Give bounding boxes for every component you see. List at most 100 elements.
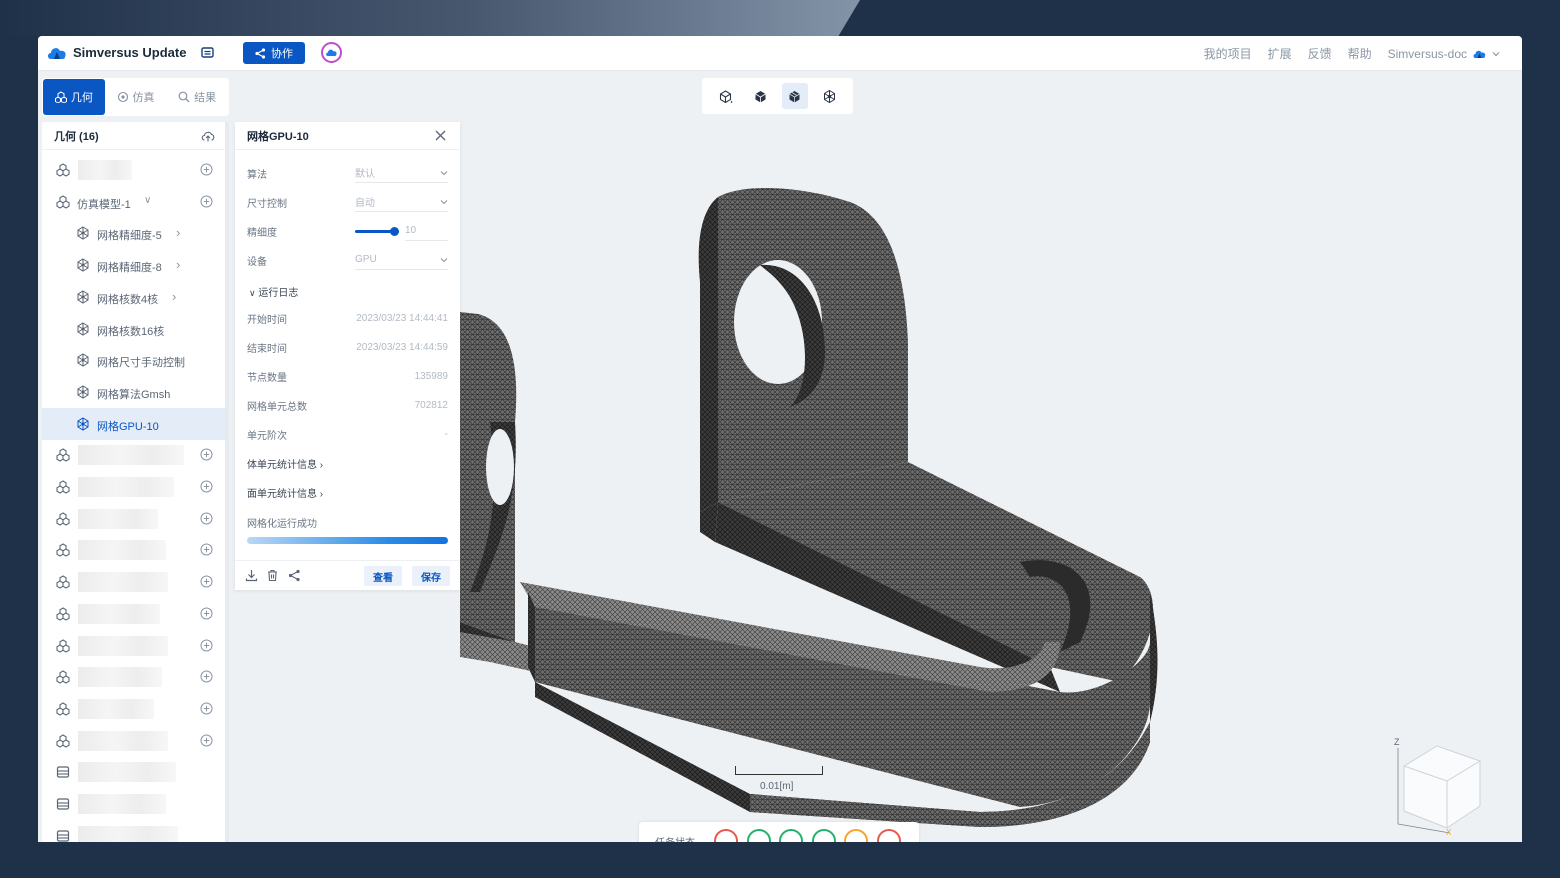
database-icon (56, 797, 70, 811)
add-icon[interactable] (200, 575, 213, 588)
add-icon[interactable] (200, 734, 213, 747)
redacted-label (78, 825, 178, 842)
add-icon[interactable] (200, 670, 213, 683)
tree-item-mesh[interactable]: 网格尺寸手动控制 (42, 344, 225, 376)
tree-item[interactable] (42, 693, 225, 725)
tree-item[interactable] (42, 154, 225, 186)
tree-item-mesh[interactable]: 网格GPU-10 (42, 407, 225, 440)
geometry-icon (56, 575, 70, 589)
tree-item[interactable] (42, 820, 225, 842)
tab-simulation[interactable]: 仿真 (105, 79, 167, 115)
view-mesh-button[interactable] (817, 83, 843, 109)
start-time-value: 2023/03/23 14:44:41 (356, 312, 448, 324)
mesh-3d-viewport[interactable] (460, 122, 1522, 842)
fineness-label: 精细度 (247, 227, 277, 239)
add-icon[interactable] (200, 195, 213, 208)
tree-item-mesh[interactable]: 网格精细度-5 › (42, 217, 225, 249)
tree-item-mesh[interactable]: 网格算法Gmsh (42, 376, 225, 408)
node-count-row: 节点数量 135989 (247, 365, 448, 387)
fineness-input[interactable]: 10 (405, 221, 448, 241)
tree-item-label: 网格精细度-5 (97, 230, 162, 243)
share-icon[interactable] (288, 569, 301, 582)
device-select[interactable]: GPU (355, 250, 448, 270)
orientation-cube[interactable]: Z X (1392, 736, 1487, 836)
size-control-select[interactable]: 自动 (355, 192, 448, 212)
run-log-title: 运行日志 (258, 288, 299, 299)
view-solid-button[interactable] (747, 83, 773, 109)
device-value: GPU (355, 254, 377, 265)
add-icon[interactable] (200, 512, 213, 525)
tree-item[interactable] (42, 471, 225, 503)
avatar[interactable] (321, 42, 342, 63)
chevron-right-icon[interactable]: › (176, 225, 180, 240)
task-indicator-success[interactable] (779, 829, 803, 842)
tree-item[interactable] (42, 756, 225, 788)
add-icon[interactable] (200, 543, 213, 556)
close-icon[interactable] (435, 130, 446, 141)
volume-stats-toggle[interactable]: 体单元统计信息 › (247, 456, 323, 471)
tree-item[interactable] (42, 630, 225, 662)
tree-item-label: 网格核数16核 (97, 325, 165, 338)
algorithm-select[interactable]: 默认 (355, 163, 448, 183)
tree-item-label: 仿真模型-1 (77, 198, 131, 211)
tab-results[interactable]: 结果 (166, 79, 228, 115)
view-button[interactable]: 查看 (364, 566, 402, 586)
fineness-slider-handle[interactable] (390, 227, 399, 236)
tree-scrollbar[interactable] (225, 122, 229, 842)
scale-bar (735, 766, 823, 775)
tree-item[interactable] (42, 661, 225, 693)
add-icon[interactable] (200, 639, 213, 652)
tree-item[interactable] (42, 598, 225, 630)
tree-item[interactable] (42, 534, 225, 566)
chevron-right-icon[interactable]: › (176, 257, 180, 272)
tree-item[interactable] (42, 439, 225, 471)
add-icon[interactable] (200, 163, 213, 176)
run-log-toggle[interactable]: ∨ 运行日志 (249, 284, 298, 299)
tree-item[interactable] (42, 566, 225, 598)
task-indicator-warning[interactable] (844, 829, 868, 842)
chevron-right-icon[interactable]: › (172, 289, 176, 304)
tree-item-mesh[interactable]: 网格核数4核 › (42, 281, 225, 313)
task-indicator-success[interactable] (812, 829, 836, 842)
chevron-down-icon (440, 170, 448, 175)
solid-view-icon (754, 90, 766, 102)
collaborate-button[interactable]: 协作 (243, 42, 305, 64)
chevron-right-icon: › (319, 489, 324, 500)
upload-cloud-icon[interactable] (201, 130, 215, 142)
add-icon[interactable] (200, 607, 213, 620)
tree-item-model[interactable]: 仿真模型-1 ∨ (42, 186, 225, 218)
simulation-icon (117, 91, 128, 103)
geometry-icon (56, 670, 70, 684)
tree-item-mesh[interactable]: 网格精细度-8 › (42, 249, 225, 281)
view-solid-edges-button[interactable] (781, 83, 808, 109)
nav-help[interactable]: 帮助 (1348, 45, 1372, 62)
save-button[interactable]: 保存 (412, 566, 450, 586)
redacted-label (78, 762, 176, 783)
surface-stats-toggle[interactable]: 面单元统计信息 › (247, 485, 323, 500)
task-indicator-success[interactable] (747, 829, 771, 842)
user-menu[interactable]: Simversus-doc (1388, 47, 1500, 61)
add-icon[interactable] (200, 480, 213, 493)
element-order-label: 单元阶次 (247, 430, 287, 442)
nav-feedback[interactable]: 反馈 (1308, 45, 1332, 62)
add-icon[interactable] (200, 448, 213, 461)
tree-item-mesh[interactable]: 网格核数16核 (42, 313, 225, 345)
delete-icon[interactable] (266, 569, 279, 582)
document-icon[interactable] (201, 46, 214, 59)
view-wireframe-button[interactable] (712, 83, 738, 109)
add-icon[interactable] (200, 702, 213, 715)
nav-extensions[interactable]: 扩展 (1268, 45, 1292, 62)
chevron-down-icon[interactable]: ∨ (144, 195, 151, 206)
download-icon[interactable] (245, 569, 258, 582)
mesh-properties-panel: 网格GPU-10 算法 默认 尺寸控制 自动 精细度 10 设备 GPU ∨ 运… (235, 122, 460, 590)
nav-my-projects[interactable]: 我的项目 (1204, 45, 1252, 62)
task-indicator-error[interactable] (714, 829, 738, 842)
redacted-label (78, 508, 158, 529)
geometry-icon (54, 91, 67, 103)
tab-geometry[interactable]: 几何 (43, 79, 105, 115)
tree-item[interactable] (42, 788, 225, 820)
tree-item[interactable] (42, 725, 225, 757)
geometry-icon (56, 733, 70, 748)
task-indicator-error[interactable] (877, 829, 901, 842)
tree-item[interactable] (42, 503, 225, 535)
